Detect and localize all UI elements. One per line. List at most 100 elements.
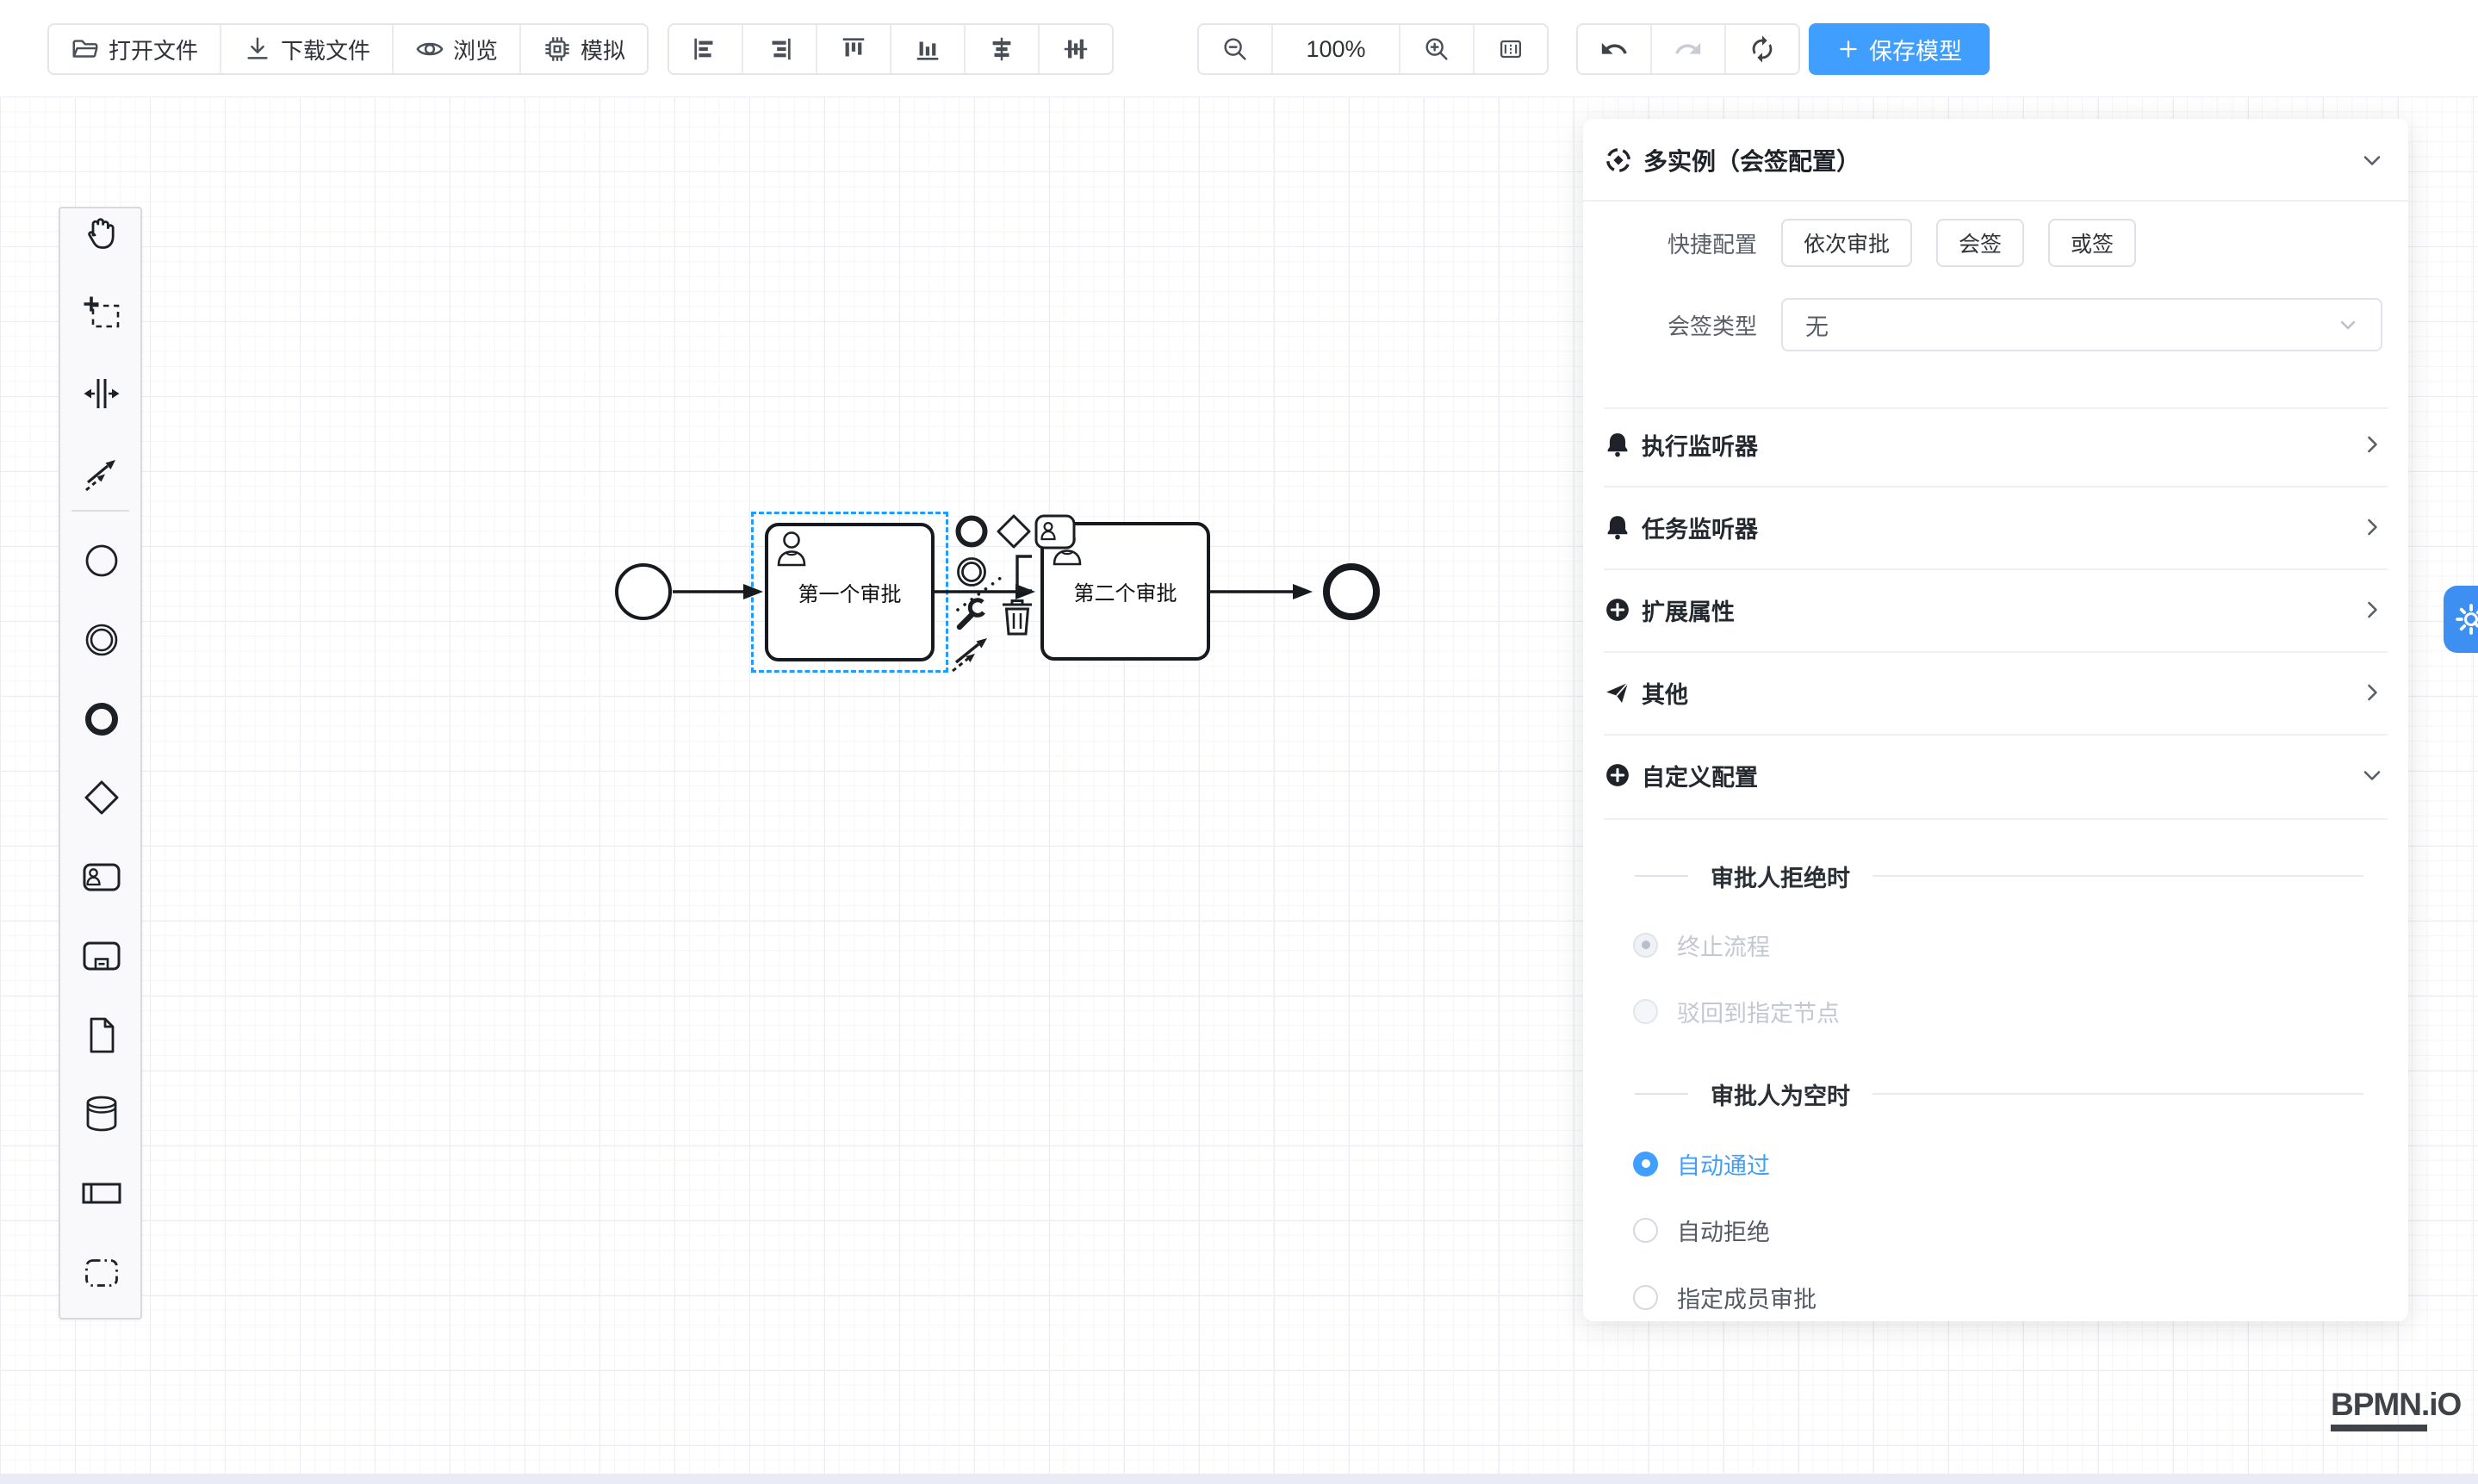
zoom-out-button[interactable] bbox=[1199, 25, 1273, 73]
panel-title: 多实例（会签配置） bbox=[1643, 143, 1860, 177]
align-bottom-button[interactable] bbox=[891, 25, 966, 73]
task-first-approval[interactable]: 第一个审批 bbox=[765, 523, 935, 661]
reject-section-title: 审批人拒绝时 bbox=[1711, 860, 1850, 893]
create-group[interactable] bbox=[81, 1252, 122, 1294]
download-file-label: 下载文件 bbox=[281, 34, 370, 65]
orsign-button[interactable]: 或签 bbox=[2048, 219, 2136, 267]
bpmn-io-logo[interactable]: BPMN.iO bbox=[2331, 1388, 2461, 1431]
lasso-tool[interactable] bbox=[81, 294, 122, 335]
refresh-button[interactable] bbox=[1726, 25, 1798, 73]
plus-circle-icon bbox=[1604, 761, 1631, 789]
horizontal-scrollbar[interactable] bbox=[0, 1474, 2478, 1484]
download-icon bbox=[243, 34, 272, 64]
countersign-button[interactable]: 会签 bbox=[1936, 219, 2024, 267]
radio-button[interactable] bbox=[1633, 1285, 1658, 1310]
space-tool[interactable] bbox=[81, 373, 122, 414]
global-connect-tool[interactable] bbox=[81, 452, 122, 494]
reject-section-header: 审批人拒绝时 bbox=[1635, 859, 2363, 893]
bpmn-editor: 打开文件 下载文件 浏览 模拟 bbox=[0, 0, 2478, 1484]
sign-type-select[interactable]: 无 bbox=[1781, 298, 2382, 351]
properties-panel: 多实例（会签配置） 快捷配置 依次审批 会签 或签 会签类型 无 执行监听器 bbox=[1583, 119, 2408, 1321]
task-second-approval[interactable]: 第二个审批 bbox=[1040, 522, 1210, 661]
create-start-event[interactable] bbox=[81, 540, 122, 581]
hand-tool[interactable] bbox=[81, 212, 122, 253]
radio-assign-member[interactable]: 指定成员审批 bbox=[1633, 1278, 1817, 1316]
plus-icon bbox=[1836, 37, 1860, 61]
align-horizontal-center-button[interactable] bbox=[1040, 25, 1112, 73]
align-vertical-center-icon bbox=[987, 34, 1016, 64]
eye-icon bbox=[415, 34, 444, 64]
chevron-right-icon bbox=[2362, 682, 2382, 703]
radio-return-to-node[interactable]: 驳回到指定节点 bbox=[1633, 992, 1840, 1030]
divider bbox=[1583, 200, 2408, 202]
chevron-right-icon bbox=[2362, 517, 2382, 537]
preview-button[interactable]: 浏览 bbox=[394, 25, 521, 73]
radio-button[interactable] bbox=[1633, 1152, 1658, 1177]
align-bottom-icon bbox=[913, 34, 942, 64]
open-file-button[interactable]: 打开文件 bbox=[49, 25, 221, 73]
undo-button[interactable] bbox=[1578, 25, 1652, 73]
chevron-down-icon bbox=[2338, 314, 2358, 335]
align-top-button[interactable] bbox=[817, 25, 891, 73]
align-left-button[interactable] bbox=[669, 25, 743, 73]
align-horizontal-center-icon bbox=[1061, 34, 1090, 64]
start-event[interactable] bbox=[615, 563, 672, 620]
save-model-button[interactable]: 保存模型 bbox=[1809, 23, 1990, 75]
sign-type-value: 无 bbox=[1805, 308, 1829, 342]
radio-terminate-process[interactable]: 终止流程 bbox=[1633, 926, 1770, 964]
section-extended-properties[interactable]: 扩展属性 bbox=[1604, 584, 2382, 636]
section-task-listener[interactable]: 任务监听器 bbox=[1604, 501, 2382, 553]
multi-instance-icon bbox=[1604, 146, 1633, 175]
zoom-level-display[interactable]: 100% bbox=[1273, 25, 1400, 73]
align-left-icon bbox=[691, 34, 720, 64]
send-icon bbox=[1604, 679, 1631, 706]
create-subprocess[interactable] bbox=[81, 935, 122, 977]
radio-button[interactable] bbox=[1633, 933, 1658, 958]
gear-icon bbox=[2454, 602, 2478, 636]
sequential-approval-button[interactable]: 依次审批 bbox=[1781, 219, 1912, 267]
create-data-store[interactable] bbox=[81, 1093, 122, 1134]
end-event[interactable] bbox=[1323, 563, 1380, 620]
bpmn-io-logo-text: BPMN.iO bbox=[2331, 1388, 2461, 1420]
section-execution-listener[interactable]: 执行监听器 bbox=[1604, 419, 2382, 470]
radio-auto-reject[interactable]: 自动拒绝 bbox=[1633, 1211, 1770, 1249]
create-intermediate-event[interactable] bbox=[81, 619, 122, 661]
radio-auto-pass[interactable]: 自动通过 bbox=[1633, 1145, 1770, 1183]
cpu-icon bbox=[543, 34, 572, 64]
history-toolbar-group bbox=[1576, 23, 1800, 75]
redo-button[interactable] bbox=[1652, 25, 1726, 73]
zoom-out-icon bbox=[1220, 34, 1250, 64]
bell-icon bbox=[1604, 513, 1631, 541]
save-model-label: 保存模型 bbox=[1869, 33, 1962, 66]
divider bbox=[1604, 407, 2388, 409]
bell-icon bbox=[1604, 431, 1631, 458]
sign-type-label: 会签类型 bbox=[1583, 298, 1757, 351]
preview-label: 浏览 bbox=[453, 34, 498, 65]
section-other[interactable]: 其他 bbox=[1604, 667, 2382, 718]
multi-instance-header[interactable]: 多实例（会签配置） bbox=[1604, 138, 2382, 183]
undo-icon bbox=[1599, 34, 1629, 64]
align-vertical-center-button[interactable] bbox=[966, 25, 1040, 73]
divider bbox=[1635, 1093, 1688, 1095]
redo-icon bbox=[1674, 34, 1703, 64]
radio-button[interactable] bbox=[1633, 999, 1658, 1024]
divider bbox=[1872, 875, 2363, 877]
radio-button[interactable] bbox=[1633, 1218, 1658, 1243]
create-user-task[interactable] bbox=[81, 856, 122, 897]
divider bbox=[1604, 568, 2388, 570]
simulate-button[interactable]: 模拟 bbox=[521, 25, 647, 73]
reset-zoom-button[interactable] bbox=[1475, 25, 1547, 73]
refresh-icon bbox=[1748, 34, 1777, 64]
download-file-button[interactable]: 下载文件 bbox=[221, 25, 394, 73]
create-gateway[interactable] bbox=[81, 777, 122, 818]
quick-config-buttons: 依次审批 会签 或签 bbox=[1781, 219, 2136, 267]
empty-section-title: 审批人为空时 bbox=[1711, 1077, 1850, 1111]
settings-tab[interactable] bbox=[2444, 586, 2478, 653]
align-right-button[interactable] bbox=[743, 25, 817, 73]
reset-zoom-icon bbox=[1496, 34, 1525, 64]
zoom-in-button[interactable] bbox=[1400, 25, 1475, 73]
create-participant[interactable] bbox=[81, 1172, 122, 1214]
create-end-event[interactable] bbox=[81, 699, 122, 740]
create-data-object[interactable] bbox=[81, 1015, 122, 1056]
section-custom-config[interactable]: 自定义配置 bbox=[1604, 749, 2382, 801]
